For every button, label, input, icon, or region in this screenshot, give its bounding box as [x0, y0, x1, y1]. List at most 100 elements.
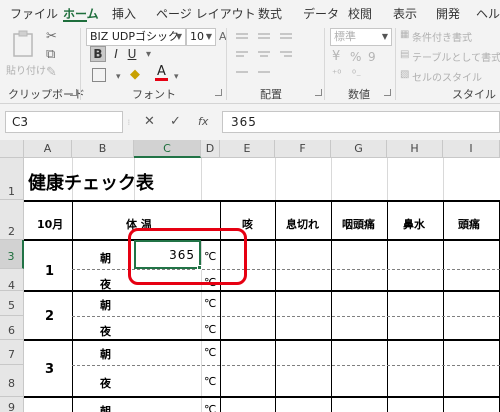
alignment-buttons[interactable]: [232, 30, 312, 82]
fill-color-icon[interactable]: ◆: [130, 68, 140, 82]
formula-input[interactable]: 365: [222, 111, 500, 133]
ribbon: 貼り付け ✂ ⧉ ✎ クリップボード BIZ UDPゴシック ▼ 10 ▼ A …: [0, 24, 500, 104]
group-divider: [80, 28, 81, 100]
tab-view[interactable]: 表示: [393, 5, 417, 22]
font-color-dropdown-icon[interactable]: ▾: [174, 70, 179, 84]
font-color-glyph: A: [157, 64, 166, 79]
night-label: 夜: [100, 325, 111, 338]
bold-button[interactable]: B: [90, 46, 106, 62]
chevron-down-icon: ▼: [205, 32, 212, 41]
morning-label: 朝: [100, 252, 111, 265]
tab-review[interactable]: 校閲: [348, 5, 372, 22]
format-painter-icon[interactable]: ✎: [46, 66, 57, 80]
cell-styles-icon: ▧: [400, 69, 410, 80]
cancel-button[interactable]: ✕: [144, 114, 155, 129]
underline-button[interactable]: U: [124, 46, 140, 62]
row-header-6[interactable]: 6: [0, 316, 24, 340]
row-header-9[interactable]: 9: [0, 397, 24, 412]
row-header-5[interactable]: 5: [0, 291, 24, 316]
column-header-b[interactable]: B: [72, 140, 134, 158]
font-name-select[interactable]: BIZ UDPゴシック ▼: [86, 28, 186, 46]
percent-button[interactable]: %: [350, 50, 361, 64]
font-size-select[interactable]: 10 ▼: [186, 28, 216, 46]
row-header-2[interactable]: 2: [0, 200, 24, 240]
highlight-annotation: [128, 228, 247, 285]
day-number: 1: [45, 264, 55, 279]
select-all-button[interactable]: [0, 140, 24, 158]
day-number: 3: [45, 362, 55, 377]
column-header-h[interactable]: H: [387, 140, 443, 158]
cut-icon[interactable]: ✂: [46, 30, 57, 44]
more-options-icon[interactable]: ⋮: [126, 116, 132, 130]
tab-page-layout[interactable]: ページ レイアウト: [156, 5, 256, 22]
paste-button[interactable]: 貼り付け: [6, 30, 46, 77]
align-lines-icon: [236, 33, 292, 73]
conditional-format-icon: ▦: [400, 29, 410, 40]
decrease-decimal-icon[interactable]: ⁰₋: [352, 68, 361, 82]
header-month: 10月: [37, 218, 64, 231]
format-as-table-icon: ▤: [400, 49, 410, 60]
alignment-group-label: 配置: [260, 88, 282, 101]
increase-decimal-icon[interactable]: ⁺⁰: [332, 68, 341, 82]
row-header-3[interactable]: 3: [0, 240, 24, 269]
comma-button[interactable]: 9: [368, 50, 376, 64]
column-header-f[interactable]: F: [275, 140, 331, 158]
italic-button[interactable]: I: [108, 46, 124, 62]
font-color-button[interactable]: A: [154, 64, 170, 84]
sheet-title: 健康チェック表: [28, 173, 154, 194]
enter-button[interactable]: ✓: [170, 114, 181, 129]
chevron-down-icon: ▼: [381, 32, 388, 41]
row-header-8[interactable]: 8: [0, 365, 24, 397]
tab-formulas[interactable]: 数式: [258, 5, 282, 22]
font-name-value: BIZ UDPゴシック: [90, 30, 179, 43]
unit-celsius: ℃: [204, 375, 217, 388]
tab-data[interactable]: データ: [303, 5, 339, 22]
cell-styles-button[interactable]: セルのスタイル: [412, 69, 482, 84]
unit-celsius: ℃: [204, 346, 217, 359]
font-color-swatch: [155, 78, 168, 81]
borders-icon[interactable]: [92, 68, 106, 82]
borders-dropdown-icon[interactable]: ▾: [116, 70, 121, 84]
tab-help[interactable]: ヘルプ: [476, 5, 500, 22]
number-launcher-icon[interactable]: [384, 89, 391, 96]
insert-function-button[interactable]: fx: [198, 115, 208, 128]
unit-celsius: ℃: [204, 403, 217, 412]
styles-group-label: スタイル: [452, 88, 496, 101]
name-box[interactable]: C3: [5, 111, 123, 133]
morning-label: 朝: [100, 299, 111, 312]
font-launcher-icon[interactable]: [215, 89, 222, 96]
chevron-down-icon: ▼: [175, 32, 182, 41]
night-label: 夜: [100, 377, 111, 390]
format-as-table-button[interactable]: テーブルとして書式設定: [412, 49, 500, 64]
conditional-format-button[interactable]: 条件付き書式: [412, 29, 472, 44]
worksheet-grid: A B C D E F G H I 1 2 3 4 5 6 7 8 9 健康チェ…: [0, 140, 500, 412]
clipboard-icon: [13, 30, 33, 57]
group-divider: [226, 28, 227, 100]
row-header-1[interactable]: 1: [0, 158, 24, 200]
number-format-value: 標準: [334, 30, 356, 43]
column-header-i[interactable]: I: [443, 140, 500, 158]
column-header-d[interactable]: D: [201, 140, 220, 158]
column-header-a[interactable]: A: [24, 140, 72, 158]
ribbon-tab-bar: ファイル ホーム 挿入 ページ レイアウト 数式 データ 校閲 表示 開発 ヘル…: [0, 0, 500, 24]
row-header-4[interactable]: 4: [0, 269, 24, 292]
unit-celsius: ℃: [204, 323, 217, 336]
clipboard-launcher-icon[interactable]: [70, 89, 77, 96]
morning-label: 朝: [100, 405, 111, 412]
underline-dropdown-icon[interactable]: ▾: [146, 48, 151, 62]
tab-developer[interactable]: 開発: [436, 5, 460, 22]
formula-bar: C3 ⋮ ✕ ✓ fx 365: [0, 104, 500, 140]
column-header-c[interactable]: C: [134, 140, 201, 158]
tab-file[interactable]: ファイル: [10, 5, 58, 22]
currency-icon[interactable]: ¥: [332, 50, 340, 64]
column-header-g[interactable]: G: [331, 140, 387, 158]
header-runny-nose: 鼻水: [403, 218, 425, 231]
tab-insert[interactable]: 挿入: [112, 5, 136, 22]
font-size-value: 10: [190, 30, 204, 43]
number-format-select[interactable]: 標準 ▼: [330, 28, 392, 46]
alignment-launcher-icon[interactable]: [315, 89, 322, 96]
row-header-7[interactable]: 7: [0, 340, 24, 365]
group-divider: [395, 28, 396, 100]
column-header-e[interactable]: E: [220, 140, 275, 158]
copy-icon[interactable]: ⧉: [46, 48, 55, 62]
